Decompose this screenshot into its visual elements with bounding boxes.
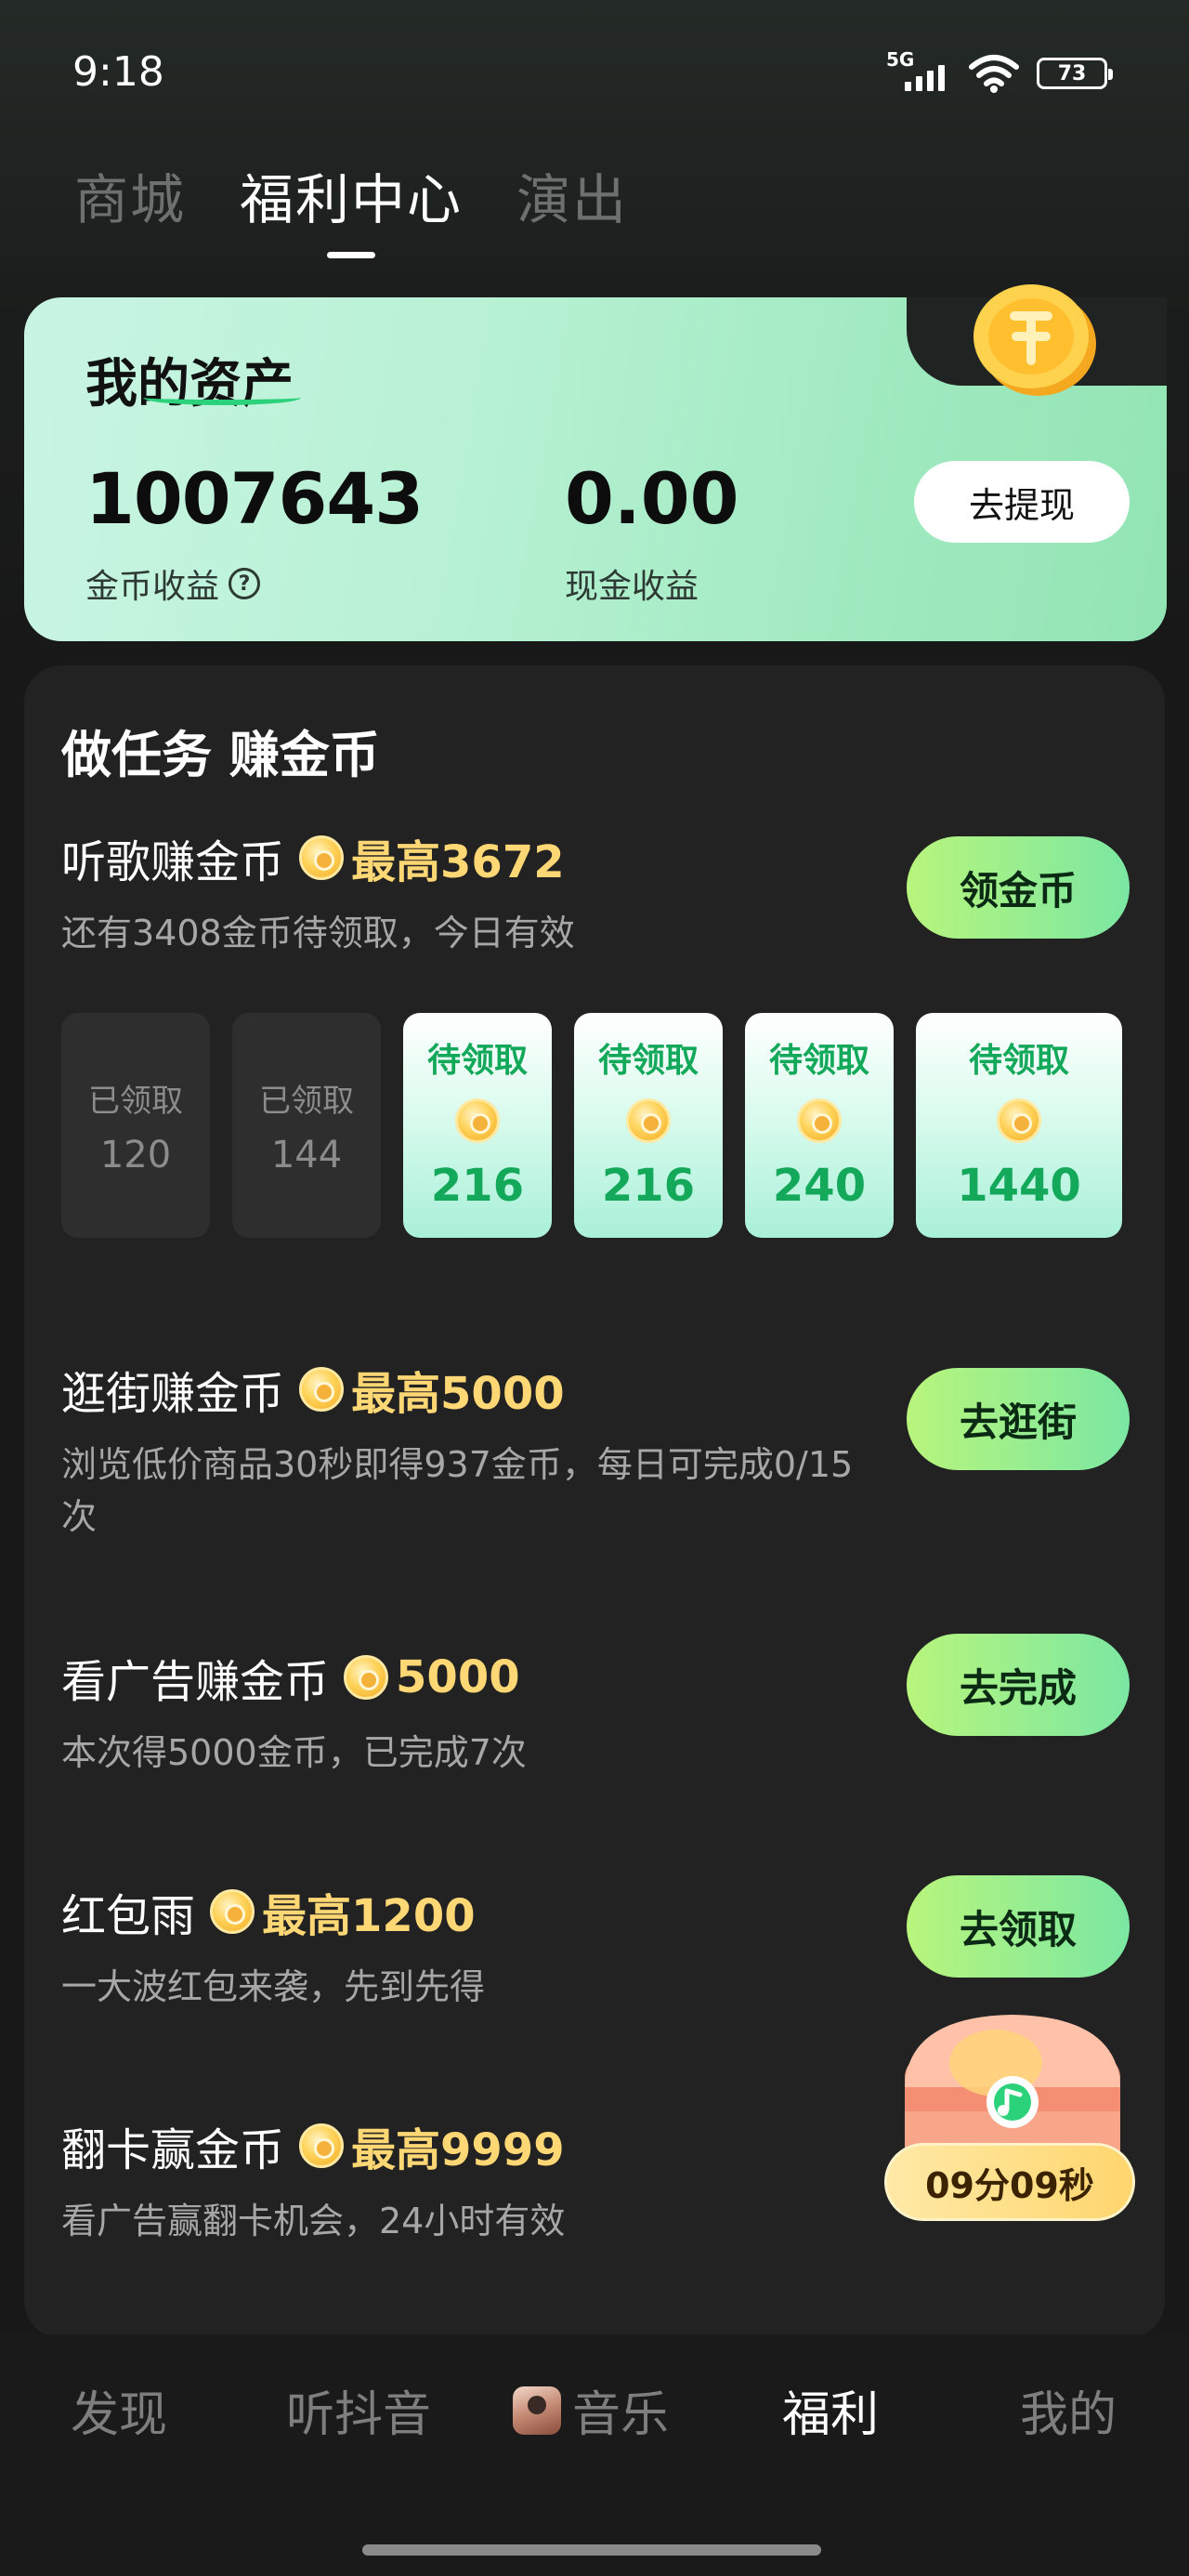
slot-status: 待领取 — [968, 1042, 1069, 1080]
tab-mall[interactable]: 商城 — [74, 156, 186, 234]
nav-music[interactable]: 音乐 — [513, 2375, 669, 2445]
slot-status: 待领取 — [597, 1042, 699, 1080]
slot-status: 已领取 — [88, 1082, 183, 1120]
withdraw-button[interactable]: 去提现 — [914, 461, 1130, 543]
task-redpacket: 红包雨 最高1200 一大波红包来袭，先到先得 去领取 — [61, 1875, 1130, 2013]
slot-value: 216 — [601, 1160, 696, 1212]
go-claim-button[interactable]: 去领取 — [907, 1875, 1130, 1978]
coin-icon — [797, 1098, 842, 1143]
coins-label-row: 金币收益 ? — [85, 559, 261, 608]
status-bar: 9:18 5G 73 — [0, 0, 1189, 139]
cellular-signal-icon: 5G — [886, 48, 951, 93]
slot-value: 144 — [270, 1133, 343, 1176]
wifi-icon — [969, 55, 1019, 93]
reward-slot-pending[interactable]: 待领取 216 — [403, 1013, 552, 1238]
claim-coins-button[interactable]: 领金币 — [907, 836, 1130, 939]
tab-performance[interactable]: 演出 — [516, 156, 628, 234]
asset-title: 我的资产 — [85, 354, 294, 414]
coin-stack-icon — [997, 1098, 1041, 1143]
slot-value: 1440 — [957, 1160, 1081, 1212]
slot-value: 216 — [430, 1160, 525, 1212]
coin-icon — [299, 2123, 345, 2168]
task-listen-desc: 还有3408金币待领取，今日有效 — [61, 913, 575, 953]
go-shopping-button[interactable]: 去逛街 — [907, 1368, 1130, 1470]
status-time: 9:18 — [72, 48, 164, 96]
coin-icon — [299, 835, 345, 880]
nav-me[interactable]: 我的 — [1020, 2375, 1117, 2445]
reward-slots: 已领取 120 已领取 144 待领取 216 待领取 216 待领取 240 … — [61, 1013, 1122, 1238]
home-indicator[interactable] — [362, 2544, 821, 2556]
coins-label: 金币收益 — [85, 568, 220, 606]
coin-icon — [344, 1655, 389, 1700]
task-flip-max: 最高9999 — [351, 2124, 565, 2176]
coin-icon — [299, 1367, 345, 1412]
task-ad-max: 5000 — [396, 1651, 520, 1703]
task-shop: 逛街赚金币 最高5000 浏览低价商品30秒即得937金币，每日可完成0/15次… — [61, 1357, 1130, 1543]
coins-balance: 1007643 — [85, 457, 424, 540]
status-icons: 5G 73 — [886, 48, 1113, 93]
task-ad: 看广告赚金币 5000 本次得5000金币，已完成7次 去完成 — [61, 1634, 1130, 1779]
task-listen: 听歌赚金币 最高3672 还有3408金币待领取，今日有效 领金币 — [61, 825, 1130, 959]
reward-slot-pending[interactable]: 待领取 240 — [745, 1013, 894, 1238]
task-redpacket-max: 最高1200 — [262, 1890, 476, 1942]
cash-balance: 0.00 — [565, 457, 739, 540]
nav-music-label: 音乐 — [572, 2387, 670, 2443]
task-ad-name: 看广告赚金币 — [61, 1656, 330, 1708]
nav-listen-label: 听抖音 — [286, 2387, 432, 2443]
reward-slot-pending[interactable]: 待领取 216 — [574, 1013, 723, 1238]
task-redpacket-name: 红包雨 — [61, 1890, 196, 1942]
nav-listen-douyin[interactable]: 听抖音 — [286, 2375, 431, 2445]
nav-discover-label: 发现 — [71, 2387, 168, 2443]
slot-value: 120 — [99, 1133, 172, 1176]
task-listen-max: 最高3672 — [351, 836, 565, 888]
battery-level: 73 — [1057, 61, 1087, 85]
task-shop-max: 最高5000 — [351, 1368, 565, 1420]
top-tabs: 商城 福利中心 演出 — [74, 156, 628, 258]
treasure-countdown[interactable]: 09分09秒 — [884, 2143, 1135, 2221]
battery-icon: 73 — [1037, 58, 1113, 89]
avatar-icon — [513, 2385, 561, 2435]
coin-icon — [626, 1098, 671, 1143]
cash-label: 现金收益 — [565, 568, 699, 606]
bottom-nav: 发现 听抖音 音乐 福利 我的 — [0, 2334, 1189, 2576]
task-shop-desc: 浏览低价商品30秒即得937金币，每日可完成0/15次 — [61, 1444, 854, 1537]
nav-welfare[interactable]: 福利 — [782, 2375, 879, 2445]
title-underline — [143, 390, 301, 405]
slot-value: 240 — [772, 1160, 867, 1212]
slot-status: 待领取 — [426, 1042, 528, 1080]
coin-icon — [455, 1098, 500, 1143]
tab-welfare-center[interactable]: 福利中心 — [240, 156, 463, 258]
slot-status: 已领取 — [259, 1082, 354, 1120]
nav-me-label: 我的 — [1020, 2387, 1117, 2443]
task-shop-name: 逛街赚金币 — [61, 1368, 285, 1420]
slot-status: 待领取 — [768, 1042, 869, 1080]
gold-coin-icon — [973, 284, 1096, 396]
task-redpacket-desc: 一大波红包来袭，先到先得 — [61, 1966, 486, 2007]
task-flip-desc: 看广告赢翻卡机会，24小时有效 — [61, 2201, 566, 2241]
nav-discover[interactable]: 发现 — [71, 2375, 167, 2445]
help-icon[interactable]: ? — [229, 568, 261, 599]
task-ad-desc: 本次得5000金币，已完成7次 — [61, 1732, 527, 1773]
coin-icon — [210, 1889, 255, 1934]
tasks-title: 做任务 赚金币 — [61, 726, 380, 784]
reward-slot-claimed: 已领取 120 — [61, 1013, 210, 1238]
task-flip-name: 翻卡赢金币 — [61, 2124, 285, 2176]
reward-slot-pending[interactable]: 待领取 1440 — [916, 1013, 1122, 1238]
go-complete-button[interactable]: 去完成 — [907, 1634, 1130, 1736]
reward-slot-claimed: 已领取 144 — [232, 1013, 381, 1238]
task-listen-name: 听歌赚金币 — [61, 836, 285, 888]
nav-welfare-label: 福利 — [782, 2387, 880, 2443]
